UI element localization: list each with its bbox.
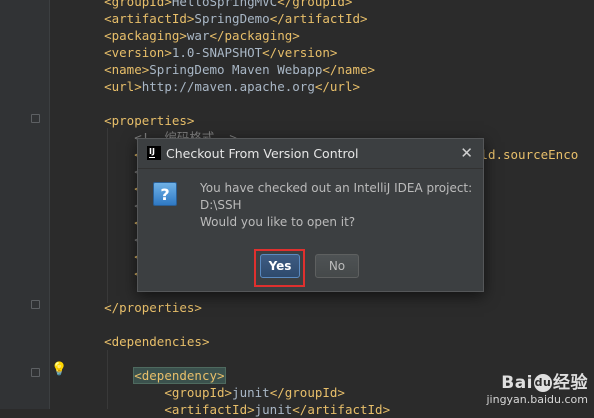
code-text: SpringDemo: [194, 11, 270, 26]
code-line: <version>1.0-SNAPSHOT</version>: [74, 44, 337, 61]
baidu-paw-icon: du: [534, 374, 552, 392]
dialog-title: Checkout From Version Control: [166, 146, 359, 161]
dialog-title-bar[interactable]: IJ Checkout From Version Control ✕: [138, 139, 483, 169]
fold-marker[interactable]: [31, 368, 40, 377]
code-text: junit: [254, 402, 293, 417]
code-line: </properties>: [74, 299, 202, 316]
code-line: <name>SpringDemo Maven Webapp</name>: [74, 61, 375, 78]
editor-gutter: [0, 0, 50, 409]
baidu-jingyan-watermark: Bai du经验 jingyan.baidu.com: [486, 368, 588, 406]
code-line: <artifactId>SpringDemo</artifactId>: [74, 10, 368, 27]
code-tag: </packaging>: [209, 28, 300, 43]
code-text: junit: [232, 385, 270, 400]
question-icon: ?: [153, 182, 177, 206]
checkout-dialog: IJ Checkout From Version Control ✕ ? You…: [137, 138, 484, 292]
code-tag: <groupId>: [104, 0, 172, 9]
code-tag: </artifactId>: [292, 402, 391, 417]
code-tag: </url>: [314, 79, 360, 94]
code-tag: <artifactId>: [164, 402, 255, 417]
fold-marker[interactable]: [31, 114, 40, 123]
message-line: You have checked out an IntelliJ IDEA pr…: [200, 181, 473, 195]
code-tag: <dependency>: [133, 367, 226, 384]
code-text: war: [186, 28, 210, 43]
yes-button[interactable]: Yes: [260, 254, 300, 278]
code-tag: <packaging>: [104, 28, 187, 43]
code-line: <artifactId>junit</artifactId>: [74, 401, 390, 418]
code-tag: <name>: [104, 62, 150, 77]
message-line: Would you like to open it?: [200, 215, 356, 229]
message-path: D:\SSH: [200, 198, 242, 212]
code-tag: <version>: [104, 45, 172, 60]
code-line: <packaging>war</packaging>: [74, 27, 300, 44]
code-tag: </groupId>: [277, 0, 353, 9]
code-text: HelloSpringMVC: [171, 0, 278, 9]
intellij-logo-icon: IJ: [147, 146, 161, 160]
watermark-url: jingyan.baidu.com: [486, 393, 588, 406]
dialog-message: You have checked out an IntelliJ IDEA pr…: [200, 180, 472, 231]
code-line: <groupId>junit</groupId>: [74, 384, 345, 401]
close-icon[interactable]: ✕: [460, 144, 473, 162]
code-tag: </version>: [262, 45, 338, 60]
code-tag: <groupId>: [164, 385, 233, 400]
fold-marker[interactable]: [31, 300, 40, 309]
code-text: 1.0-SNAPSHOT: [171, 45, 263, 60]
code-tag: ild.sourceEnco: [472, 147, 579, 162]
no-button[interactable]: No: [315, 254, 359, 278]
code-tag: </name>: [322, 62, 376, 77]
code-line: <dependencies>: [74, 333, 209, 350]
code-tag: </groupId>: [269, 385, 345, 400]
code-text: SpringDemo Maven Webapp: [149, 62, 323, 77]
watermark-brand: Bai du经验: [501, 373, 588, 393]
code-tag: </artifactId>: [269, 11, 368, 26]
code-tag: <url>: [104, 79, 142, 94]
code-line: <url>http://maven.apache.org</url>: [74, 78, 360, 95]
code-line: <groupId>HelloSpringMVC</groupId>: [74, 0, 352, 10]
code-text: http://maven.apache.org: [141, 79, 315, 94]
code-tag: <dependencies>: [104, 334, 210, 349]
code-line: <properties>: [74, 112, 194, 129]
code-tag: <properties>: [104, 113, 195, 128]
code-tag: <artifactId>: [104, 11, 195, 26]
code-line: <dependency>: [74, 367, 226, 384]
code-tag: </properties>: [104, 300, 202, 315]
